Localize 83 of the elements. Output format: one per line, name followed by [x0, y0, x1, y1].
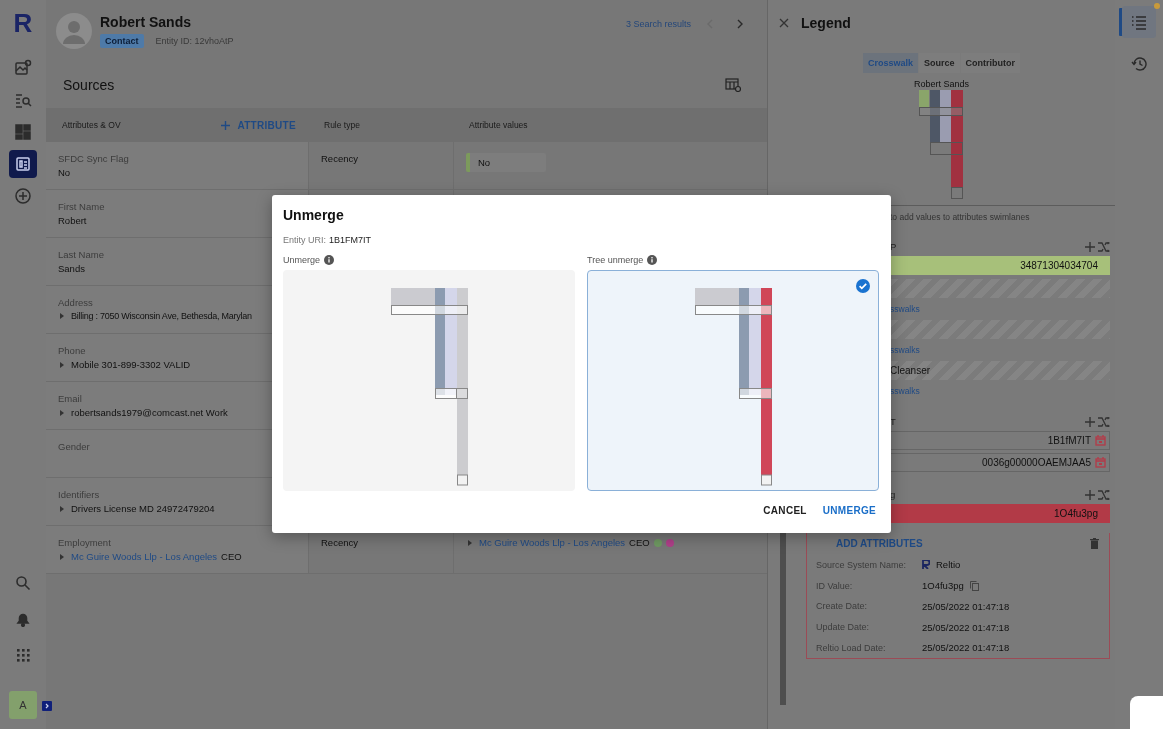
unmerge-option-card[interactable]: [587, 270, 879, 491]
value-lane[interactable]: 34871304034704: [890, 256, 1110, 275]
add-icon[interactable]: [1085, 490, 1095, 500]
attribute-label: Gender: [58, 441, 91, 452]
add-attributes-button[interactable]: ADD ATTRIBUTES: [816, 538, 923, 550]
column-header: Attribute values: [469, 120, 528, 130]
attribute-label: Last Name: [58, 249, 105, 260]
cancel-button[interactable]: CANCEL: [759, 500, 811, 521]
calendar-icon: [1095, 435, 1106, 446]
attribute-label: Identifiers: [58, 489, 101, 500]
attribute-value: Sands: [58, 263, 85, 274]
field-value: 25/05/2022 01:47:18: [922, 621, 1010, 633]
panel-title: Legend: [801, 14, 851, 31]
attribute-link[interactable]: Mc Guire Woods Llp - Los Angeles: [479, 537, 626, 548]
search-results-link[interactable]: 3 Search results: [625, 19, 691, 29]
list-icon: [1131, 14, 1147, 30]
rule-type: Recency: [321, 537, 359, 548]
info-icon[interactable]: [324, 255, 334, 265]
attribute-label: P: [890, 241, 897, 252]
attribute-label: First Name: [58, 201, 106, 212]
attribute-label: Employment: [58, 537, 112, 548]
attribute-link[interactable]: Mc Guire Woods Llp - Los Angeles: [71, 551, 218, 562]
option-label: Tree unmerge: [587, 255, 644, 265]
attribute-value: CEO: [629, 537, 650, 548]
add-icon[interactable]: [1085, 242, 1095, 252]
crosswalks-link[interactable]: sswalks: [890, 298, 1110, 320]
close-icon[interactable]: [779, 17, 789, 28]
field-value: Reltio: [936, 559, 961, 571]
calendar-icon: [1095, 457, 1106, 468]
legend-tab[interactable]: Crosswalk: [862, 53, 918, 73]
delete-icon[interactable]: [1090, 538, 1099, 550]
attribute-label: Email: [58, 393, 83, 404]
empty-lane: Cleanser: [890, 361, 1110, 380]
field-value: 25/05/2022 01:47:18: [922, 600, 1010, 612]
field-value: 25/05/2022 01:47:18: [922, 642, 1010, 654]
value-lane[interactable]: 1O4fu3pg: [890, 504, 1110, 523]
section-title: Sources: [63, 77, 115, 93]
next-icon[interactable]: [736, 19, 744, 29]
history-icon: [1131, 56, 1147, 72]
profile-nav-icon[interactable]: [9, 150, 37, 178]
dialog-title: Unmerge: [283, 207, 345, 223]
rule-type: Recency: [321, 153, 359, 164]
source-logo-icon: [922, 560, 930, 570]
logo[interactable]: R: [13, 10, 33, 36]
shuffle-icon[interactable]: [1098, 242, 1110, 252]
attribute-value: CEO: [221, 551, 242, 562]
shuffle-icon[interactable]: [1098, 417, 1110, 427]
attribute-value: Billing : 7050 Wisconsin Ave, Bethesda, Marylan: [71, 311, 252, 321]
copy-icon[interactable]: [969, 580, 979, 591]
crosswalks-link[interactable]: sswalks: [890, 380, 1110, 402]
column-header: Rule type: [324, 120, 360, 130]
add-icon[interactable]: [1085, 417, 1095, 427]
user-avatar[interactable]: A: [9, 691, 37, 719]
unmerge-button[interactable]: UNMERGE: [818, 500, 880, 521]
column-header: Attributes & OV: [62, 120, 121, 130]
add-attribute-button[interactable]: ATTRIBUTE: [221, 119, 296, 131]
info-icon[interactable]: [647, 255, 658, 265]
value-chip: No: [466, 153, 546, 172]
floating-panel: [1130, 696, 1163, 729]
entity-name: Robert Sands: [913, 79, 969, 89]
plus-icon: [221, 120, 231, 130]
option-label: Unmerge: [283, 255, 320, 265]
entity-type-tag: Contact: [100, 34, 144, 48]
field-label: Entity URI:: [283, 235, 326, 245]
attribute-label: Phone: [58, 345, 87, 356]
entity-name: Robert Sands: [100, 14, 192, 30]
field-label: Reltio Load Date:: [816, 642, 887, 653]
shuffle-icon[interactable]: [1098, 490, 1110, 500]
attribute-value: No: [58, 167, 71, 178]
field-value: 1O4fu3pg: [922, 580, 964, 592]
crosswalks-link[interactable]: sswalks: [890, 339, 1110, 361]
attribute-value: Robert: [58, 215, 87, 226]
crosswalk-lane[interactable]: 1B1fM7IT: [890, 431, 1110, 450]
check-icon: [856, 279, 870, 293]
attribute-value: Mobile 301-899-3302 VALID: [71, 359, 191, 370]
crosswalk-lane[interactable]: 0036g00000OAEMJAA5: [890, 453, 1110, 472]
table-settings-icon[interactable]: [725, 78, 741, 92]
attribute-value: Drivers License MD 24972479204: [71, 503, 215, 514]
attribute-label: Address: [58, 297, 94, 308]
avatar-icon: [56, 13, 92, 49]
entity-uri: 1B1FM7IT: [329, 235, 372, 245]
expand-icon[interactable]: [42, 701, 52, 711]
attribute-value: robertsands1979@comcast.net Work: [71, 407, 228, 418]
